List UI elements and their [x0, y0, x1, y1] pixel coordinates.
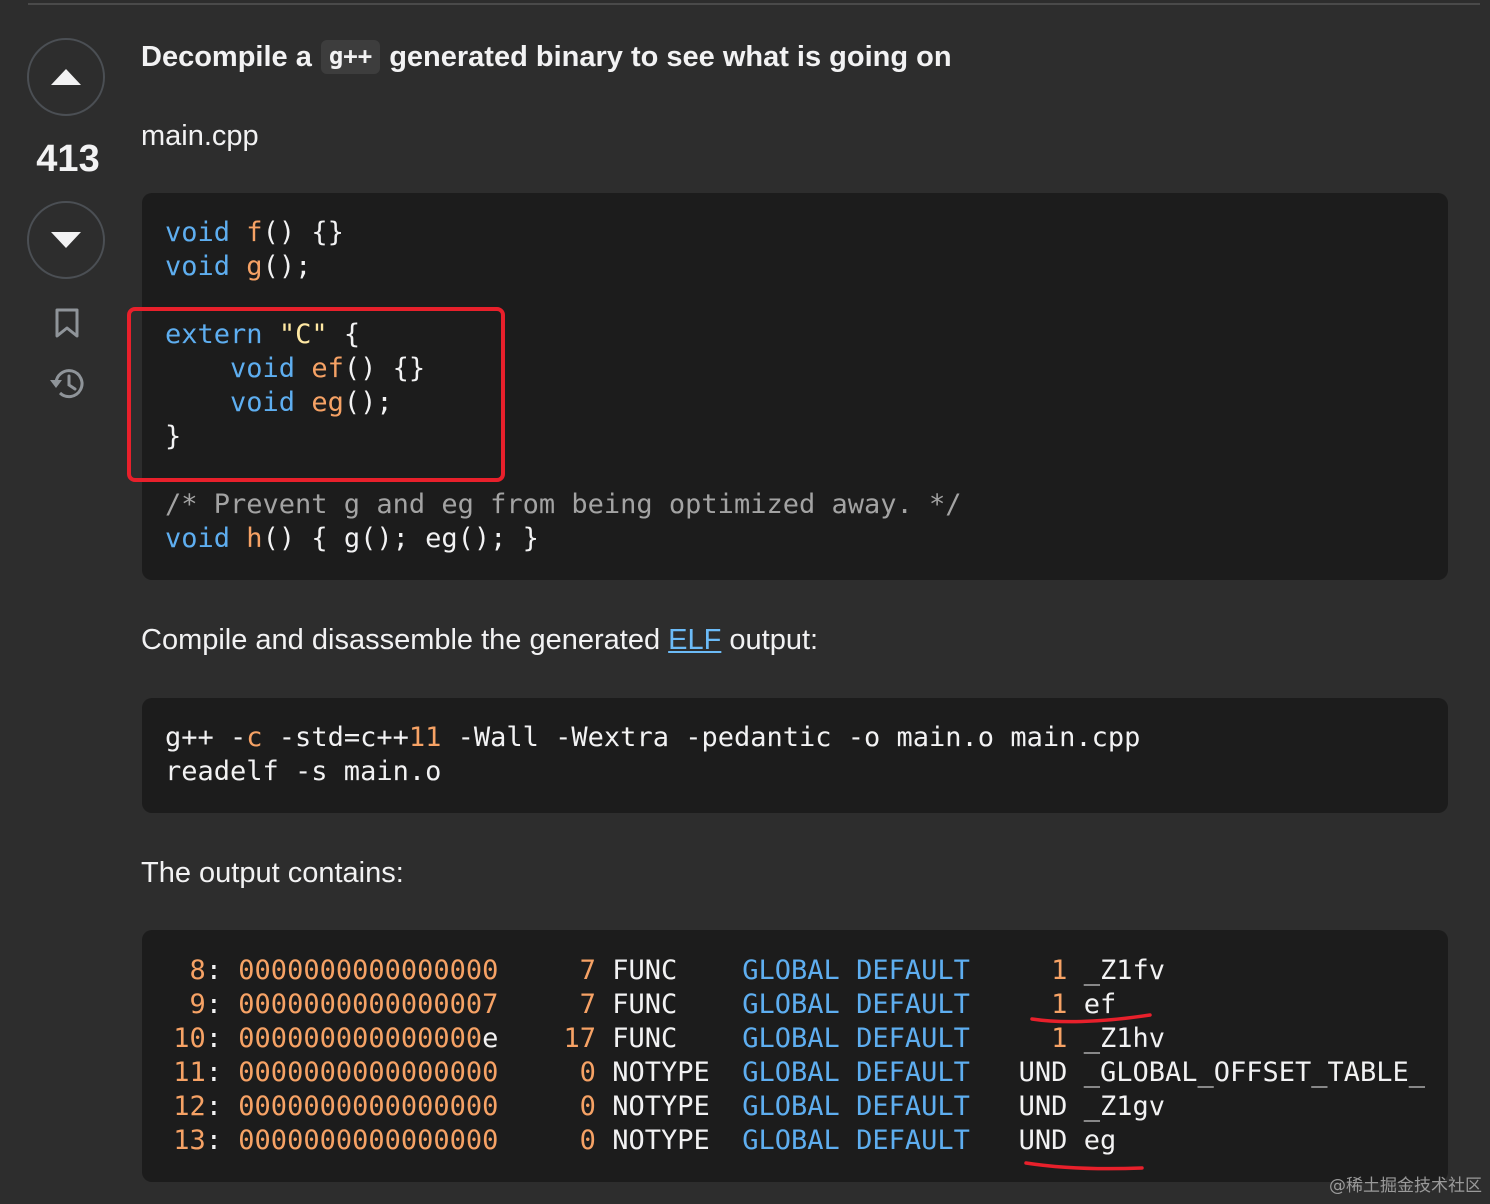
- symbol-size: 17: [563, 1023, 596, 1054]
- vote-count: 413: [36, 138, 100, 180]
- symbol-table-row: 8: 0000000000000000 7 FUNC GLOBAL DEFAUL…: [189, 955, 1165, 986]
- symbol-ndx: UND: [1018, 1125, 1068, 1156]
- heading-text-start: Decompile a: [141, 40, 312, 73]
- symbol-vis: DEFAULT: [856, 1057, 970, 1088]
- symbol-type: FUNC: [612, 955, 726, 986]
- symbol-vis: DEFAULT: [856, 955, 970, 986]
- symbol-size: 7: [579, 989, 596, 1020]
- symbol-vis: DEFAULT: [856, 1091, 970, 1122]
- bookmark-icon: [55, 308, 79, 338]
- compile-paragraph: Compile and disassemble the generated EL…: [141, 624, 819, 656]
- downvote-button[interactable]: [27, 201, 105, 279]
- symbol-bind: GLOBAL: [742, 1057, 840, 1088]
- symbol-ndx: 1: [1051, 955, 1068, 986]
- history-button[interactable]: [46, 363, 88, 405]
- bookmark-button[interactable]: [46, 302, 88, 344]
- symbol-bind: GLOBAL: [742, 1023, 840, 1054]
- elf-link[interactable]: ELF: [668, 624, 721, 656]
- symbol-name: ef: [1083, 989, 1117, 1020]
- symbol-name: _GLOBAL_OFFSET_TABLE_: [1083, 1057, 1426, 1088]
- history-icon: [50, 369, 84, 399]
- symbol-bind: GLOBAL: [742, 1125, 840, 1156]
- symbol-table-row: 11: 0000000000000000 0 NOTYPE GLOBAL DEF…: [173, 1057, 1426, 1088]
- symbol-value: 0000000000000007: [238, 989, 499, 1020]
- symbol-value: 0000000000000000: [238, 955, 499, 986]
- watermark: @稀土掘金技术社区: [1329, 1176, 1482, 1196]
- command-lines: g++ -c -std=c++11 -Wall -Wextra -pedanti…: [165, 722, 1141, 787]
- symbol-type: NOTYPE: [612, 1125, 726, 1156]
- symbol-type: FUNC: [612, 1023, 727, 1054]
- caret-up-icon: [51, 69, 81, 85]
- symbol-size: 7: [579, 955, 596, 986]
- symbol-table-output: 8: 0000000000000000 7 FUNC GLOBAL DEFAUL…: [157, 954, 1425, 1158]
- symbol-size: 0: [579, 1057, 596, 1088]
- symbol-type: NOTYPE: [612, 1091, 726, 1122]
- symbol-num: 9: [189, 989, 206, 1020]
- symbol-table-row: 10: 000000000000000e 17 FUNC GLOBAL DEFA…: [173, 1023, 1165, 1054]
- symbol-ndx: UND: [1018, 1091, 1068, 1122]
- symbol-num: 10: [173, 1023, 206, 1054]
- code-lines-extern: extern "C" { void ef() {} void eg(); }: [165, 319, 426, 452]
- symbol-table-row: 12: 0000000000000000 0 NOTYPE GLOBAL DEF…: [173, 1091, 1165, 1122]
- code-lines-bottom: /* Prevent g and eg from being optimized…: [165, 489, 962, 554]
- symbol-name: _Z1fv: [1083, 955, 1165, 986]
- symbol-size: 0: [579, 1091, 596, 1122]
- symbol-num: 13: [173, 1125, 206, 1156]
- symbol-ndx: UND: [1018, 1057, 1068, 1088]
- symbol-value: 0000000000000000: [238, 1091, 499, 1122]
- symbol-num: 12: [173, 1091, 206, 1122]
- symbol-type: NOTYPE: [612, 1057, 726, 1088]
- symbol-bind: GLOBAL: [742, 1091, 840, 1122]
- symbol-ndx: 1: [1051, 989, 1068, 1020]
- symbol-name: _Z1gv: [1083, 1091, 1165, 1122]
- symbol-vis: DEFAULT: [856, 989, 970, 1020]
- top-divider: [28, 3, 1480, 5]
- symbol-table-row: 13: 0000000000000000 0 NOTYPE GLOBAL DEF…: [173, 1125, 1117, 1156]
- symbol-bind: GLOBAL: [742, 955, 840, 986]
- code-lines-top: void f() {} void g();: [165, 217, 344, 282]
- caret-down-icon: [51, 232, 81, 248]
- heading-text-end: generated binary to see what is going on: [389, 40, 952, 73]
- symbol-vis: DEFAULT: [856, 1023, 970, 1054]
- file-label: main.cpp: [141, 120, 259, 152]
- code-block-main-cpp: void f() {} void g(); extern "C" { void …: [142, 193, 1448, 580]
- symbol-ndx: 1: [1051, 1023, 1068, 1054]
- symbol-vis: DEFAULT: [856, 1125, 970, 1156]
- upvote-button[interactable]: [27, 38, 105, 116]
- symbol-value: 0000000000000000: [238, 1057, 499, 1088]
- symbol-size: 0: [579, 1125, 596, 1156]
- symbol-name: _Z1hv: [1083, 1023, 1165, 1054]
- code-block-commands: g++ -c -std=c++11 -Wall -Wextra -pedanti…: [142, 698, 1448, 813]
- output-paragraph: The output contains:: [141, 857, 404, 889]
- symbol-value: 0000000000000000: [238, 1125, 499, 1156]
- heading-inline-code: g++: [320, 40, 381, 74]
- code-block-symbol-table: 8: 0000000000000000 7 FUNC GLOBAL DEFAUL…: [142, 930, 1448, 1182]
- symbol-value-tail: e: [482, 1023, 499, 1054]
- symbol-value: 000000000000000: [238, 1023, 483, 1054]
- symbol-table-row: 9: 0000000000000007 7 FUNC GLOBAL DEFAUL…: [189, 989, 1117, 1020]
- answer-heading: Decompile a g++ generated binary to see …: [141, 40, 952, 74]
- symbol-name: eg: [1083, 1125, 1117, 1156]
- symbol-num: 8: [189, 955, 206, 986]
- symbol-type: FUNC: [612, 989, 726, 1020]
- symbol-bind: GLOBAL: [742, 989, 840, 1020]
- symbol-num: 11: [173, 1057, 206, 1088]
